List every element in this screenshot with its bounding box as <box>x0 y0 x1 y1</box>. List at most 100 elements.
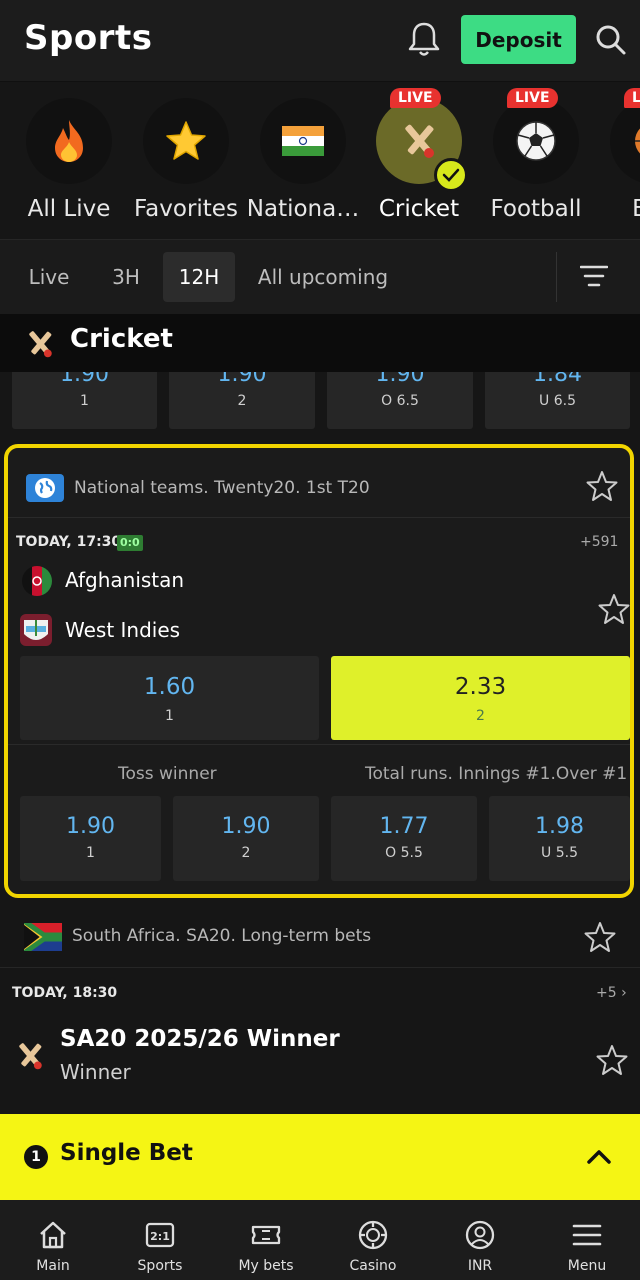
odd-button-team2-selected[interactable]: 2.33 2 <box>331 656 630 740</box>
timeframe-bar: Live 3H 12H All upcoming <box>0 240 640 314</box>
sport-item-football[interactable]: LIVE Football <box>477 88 595 222</box>
app-header: Sports Deposit <box>0 0 640 82</box>
chevron-up-icon[interactable] <box>586 1145 612 1169</box>
tab-casino[interactable]: Casino <box>320 1200 426 1280</box>
live-badge: LIVE <box>507 88 558 108</box>
timeframe-live[interactable]: Live <box>14 252 84 302</box>
odd-value: 1.60 <box>143 674 196 700</box>
fire-icon <box>26 98 112 184</box>
league-title: South Africa. SA20. Long-term bets <box>72 926 372 946</box>
tab-label: Casino <box>349 1258 397 1274</box>
odd-value: 2.33 <box>454 674 507 700</box>
odd-label: 2 <box>237 393 247 409</box>
odd-button-team1[interactable]: 1.60 1 <box>20 656 319 740</box>
featured-event-card[interactable]: National teams. Twenty20. 1st T20 TODAY,… <box>4 444 634 898</box>
sport-label: Cricket <box>378 196 460 222</box>
search-icon[interactable] <box>595 24 627 56</box>
tab-label: Sports <box>137 1258 183 1274</box>
sport-label: Football <box>490 196 582 222</box>
home-icon <box>40 1221 66 1249</box>
star-outline-icon[interactable] <box>584 921 616 953</box>
odd-value: 1.98 <box>535 814 584 839</box>
odd-button[interactable]: 1.90 2 <box>169 372 315 429</box>
tab-sports[interactable]: 2:1 Sports <box>107 1200 213 1280</box>
deposit-button[interactable]: Deposit <box>461 15 576 64</box>
event-row[interactable]: TODAY, 18:30 +5 › SA20 2025/26 Winner Wi… <box>0 968 640 1112</box>
team1-name: Afghanistan <box>65 568 185 592</box>
market-title-toss: Toss winner <box>118 764 217 784</box>
timeframe-3h[interactable]: 3H <box>96 252 156 302</box>
sport-item-national[interactable]: Nationa… <box>244 98 362 222</box>
sport-item-cricket[interactable]: LIVE Cricket <box>360 88 478 222</box>
tab-main[interactable]: Main <box>0 1200 106 1280</box>
odd-value: 1.90 <box>60 372 109 387</box>
tab-menu[interactable]: Menu <box>534 1200 640 1280</box>
odd-button[interactable]: 1.90 2 <box>173 796 319 881</box>
afghanistan-flag-icon <box>22 566 52 596</box>
star-outline-icon[interactable] <box>596 1044 628 1076</box>
more-count: +5 <box>596 985 617 1001</box>
odd-value: 1.77 <box>379 814 429 839</box>
bottom-tab-bar: Main 2:1 Sports My bets Casino INR Menu <box>0 1200 640 1280</box>
divider <box>556 252 557 302</box>
odd-button[interactable]: 1.98 U 5.5 <box>489 796 630 881</box>
betslip-bar[interactable]: 1 Single Bet <box>0 1114 640 1200</box>
odd-label: O 5.5 <box>385 845 423 861</box>
india-flag-icon <box>260 98 346 184</box>
sport-label: All Live <box>27 196 111 222</box>
odd-button[interactable]: 1.84 U 6.5 <box>485 372 630 429</box>
bell-icon[interactable] <box>406 20 442 58</box>
more-markets[interactable]: +5 › <box>596 985 627 1001</box>
user-icon <box>465 1220 495 1250</box>
cricket-icon <box>29 331 52 358</box>
football-icon: LIVE <box>493 88 579 184</box>
odd-label: 2 <box>241 845 251 861</box>
event-subtitle: Winner <box>60 1060 131 1084</box>
odd-button[interactable]: 1.77 O 5.5 <box>331 796 477 881</box>
sport-label: Favorites <box>134 196 238 222</box>
basketball-icon: LI <box>610 88 640 184</box>
odd-label: 1 <box>86 845 95 861</box>
odd-button[interactable]: 1.90 1 <box>12 372 157 429</box>
star-outline-icon[interactable] <box>598 593 630 625</box>
divider <box>8 744 630 745</box>
live-badge: LI <box>624 88 640 108</box>
betslip-label: Single Bet <box>60 1140 193 1166</box>
check-icon <box>434 158 468 192</box>
hamburger-icon <box>572 1224 602 1246</box>
chevron-right-icon: › <box>621 985 627 1001</box>
more-markets[interactable]: +591 <box>580 534 618 550</box>
south-africa-flag-icon <box>24 923 62 951</box>
filter-icon[interactable] <box>580 262 608 290</box>
odd-value: 1.90 <box>66 814 115 839</box>
sport-label: Bas <box>594 196 640 222</box>
odd-button[interactable]: 1.90 1 <box>20 796 161 881</box>
event-date: TODAY, 17:30 <box>16 534 122 550</box>
odd-label: 2 <box>476 708 485 724</box>
timeframe-all-upcoming[interactable]: All upcoming <box>246 252 400 302</box>
tab-account[interactable]: INR <box>427 1200 533 1280</box>
sport-item-favorites[interactable]: Favorites <box>127 98 245 222</box>
timeframe-12h[interactable]: 12H <box>163 252 235 302</box>
score-badge: 0:0 <box>117 535 143 551</box>
tab-label: My bets <box>238 1258 294 1274</box>
sport-label: Nationa… <box>246 196 360 222</box>
sports-carousel: All Live Favorites Nationa… LIVE Cricket… <box>0 82 640 240</box>
west-indies-flag-icon <box>20 614 52 646</box>
ticket-icon <box>251 1225 281 1245</box>
league-title: National teams. Twenty20. 1st T20 <box>74 478 370 498</box>
odd-value: 1.90 <box>221 814 271 839</box>
sport-item-all-live[interactable]: All Live <box>10 98 128 222</box>
odd-value: 1.90 <box>375 372 425 387</box>
odd-label: U 5.5 <box>541 845 578 861</box>
globe-icon <box>26 474 64 502</box>
event-date: TODAY, 18:30 <box>12 985 118 1001</box>
casino-chip-icon <box>358 1220 388 1250</box>
sport-item-basketball[interactable]: LI Bas <box>594 88 640 222</box>
odd-label: U 6.5 <box>539 393 576 409</box>
tab-my-bets[interactable]: My bets <box>213 1200 319 1280</box>
league-header: National teams. Twenty20. 1st T20 <box>8 452 630 518</box>
odd-button[interactable]: 1.90 O 6.5 <box>327 372 473 429</box>
market-title-total-runs: Total runs. Innings #1.Over #1 <box>365 764 628 784</box>
star-outline-icon[interactable] <box>586 470 618 502</box>
